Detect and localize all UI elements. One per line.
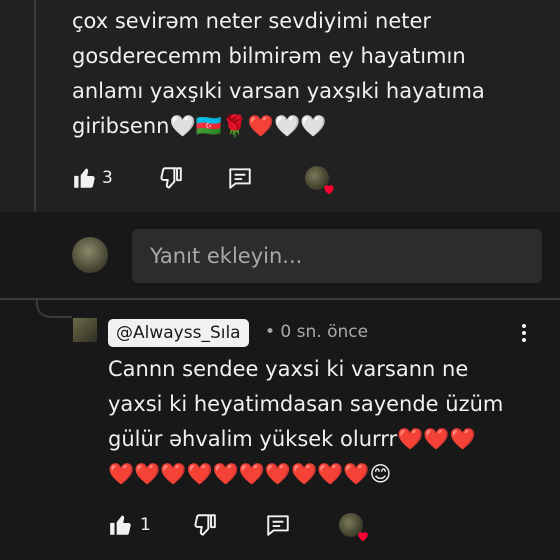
comment-icon: [267, 515, 289, 536]
comment-icon: [229, 168, 251, 189]
avatar: [338, 513, 368, 542]
parent-comment: çox sevirəm neter sevdiyimi neter gosder…: [0, 0, 560, 212]
more-vert-icon[interactable]: [517, 322, 531, 346]
dislike-button[interactable]: [157, 165, 183, 191]
avatar[interactable]: [73, 318, 97, 342]
avatar: [72, 237, 108, 273]
thumbs-down-icon: [160, 167, 182, 189]
like-button[interactable]: 3: [72, 165, 113, 191]
avatar: [304, 166, 334, 195]
thumbs-up-icon: [74, 168, 95, 188]
like-count: 3: [102, 168, 113, 188]
dislike-button[interactable]: [191, 512, 217, 538]
comment-text: çox sevirəm neter sevdiyimi neter gosder…: [72, 9, 485, 138]
heart-icon: [358, 532, 368, 542]
comment-actions: 3: [72, 165, 334, 195]
creator-heart: [338, 513, 368, 542]
reply-placeholder: Yanıt ekleyin...: [150, 244, 303, 268]
divider: [0, 298, 560, 300]
mention-chip[interactable]: @Alwayss_Sıla: [108, 319, 249, 347]
thumbs-up-icon: [110, 515, 131, 535]
heart-icon: [324, 185, 334, 195]
reply-input[interactable]: Yanıt ekleyin...: [132, 229, 542, 283]
like-button[interactable]: 1: [108, 512, 151, 538]
reply-button[interactable]: [265, 512, 291, 538]
timestamp: • 0 sn. önce: [265, 322, 369, 342]
thumbs-down-icon: [194, 514, 216, 536]
thread-curve: [36, 298, 72, 318]
reply-text: Cannn sendee yaxsi ki varsann ne yaxsi k…: [108, 357, 504, 486]
reply-actions: 1: [108, 512, 368, 542]
reply-button[interactable]: [227, 165, 253, 191]
like-count: 1: [140, 515, 151, 535]
creator-heart: [304, 166, 334, 195]
thread-line: [34, 0, 36, 212]
